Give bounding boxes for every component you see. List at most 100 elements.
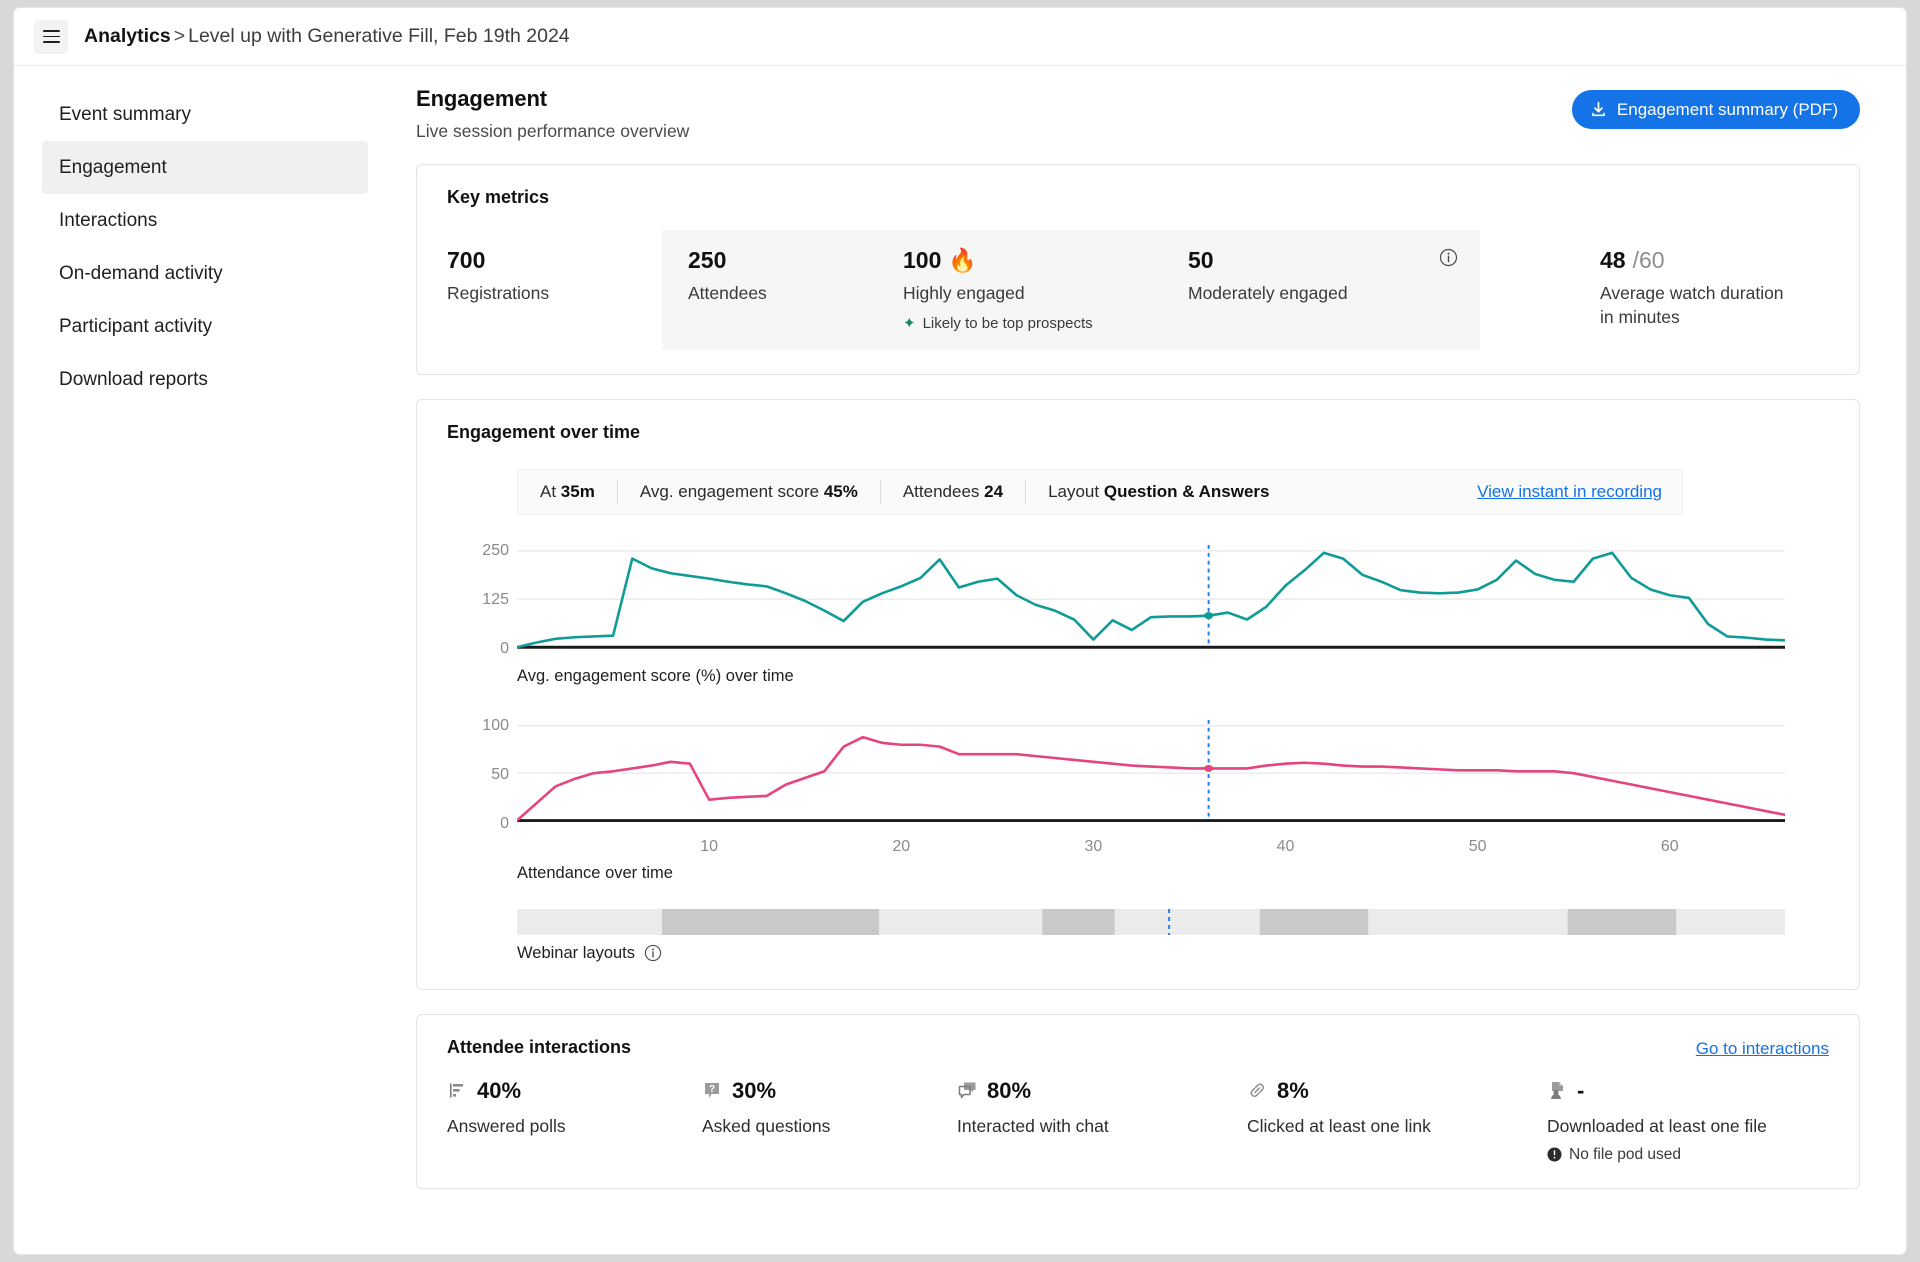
- question-icon: ?: [705, 1083, 719, 1099]
- metric-label: Average watch duration in minutes: [1600, 282, 1784, 329]
- hamburger-icon[interactable]: [34, 19, 68, 54]
- engagement-summary-pdf-button[interactable]: Engagement summary (PDF): [1571, 90, 1860, 129]
- sidebar-item-on-demand-activity[interactable]: On-demand activity: [42, 247, 368, 300]
- webinar-layouts-label-row: Webinar layouts: [517, 944, 1785, 963]
- metric-value: 50: [1188, 247, 1214, 273]
- info-icon[interactable]: [644, 944, 662, 962]
- metric-label: Moderately engaged: [1188, 283, 1348, 304]
- sidebar-item-interactions[interactable]: Interactions: [42, 194, 368, 247]
- y-tick-label: 0: [500, 639, 509, 657]
- sidebar-item-participant-activity[interactable]: Participant activity: [42, 300, 368, 353]
- layout-segment[interactable]: [517, 908, 662, 935]
- view-instant-in-recording-link[interactable]: View instant in recording: [1477, 482, 1662, 502]
- breadcrumb-root[interactable]: Analytics: [84, 25, 171, 47]
- layout-segment[interactable]: [1259, 908, 1369, 935]
- poll-icon: [450, 1083, 463, 1098]
- metric-average-watch-duration: 48/60 Average watch duration in minutes: [1480, 230, 1784, 350]
- metric-value: 48: [1600, 247, 1626, 273]
- interaction-value: -: [1577, 1077, 1585, 1103]
- layout-segment[interactable]: [1567, 908, 1677, 935]
- breadcrumb-current: Level up with Generative Fill, Feb 19th …: [188, 25, 570, 47]
- sidebar-item-label: On-demand activity: [59, 262, 223, 284]
- metric-value-wrap: 100 🔥: [903, 248, 1162, 272]
- tooltip-at: At 35m: [540, 482, 617, 502]
- interaction-label: Downloaded at least one file: [1547, 1115, 1767, 1136]
- key-metrics-card: Key metrics 700 Registrations 250 Attend…: [416, 164, 1860, 375]
- metric-label-line1: Average watch duration: [1600, 283, 1784, 304]
- svg-text:?: ?: [709, 1084, 715, 1095]
- tooltip-score-label: Avg. engagement score: [639, 481, 820, 501]
- layout-segment[interactable]: [1676, 908, 1785, 935]
- layout-segment[interactable]: [1368, 908, 1568, 935]
- metric-total: /60: [1632, 247, 1665, 273]
- layout-segment[interactable]: [879, 908, 1043, 935]
- webinar-layouts-timeline[interactable]: Webinar layouts: [517, 908, 1785, 963]
- webinar-layouts-label: Webinar layouts: [517, 943, 636, 962]
- chat-icon: [958, 1082, 976, 1099]
- metric-value-wrap: 48/60: [1600, 248, 1784, 272]
- metric-label-line2: in minutes: [1600, 306, 1680, 327]
- key-metrics-title: Key metrics: [447, 187, 550, 207]
- tooltip-at-label: At: [540, 481, 557, 501]
- interaction-clicked-link: 8% Clicked at least one link: [1247, 1078, 1547, 1164]
- y-axis-labels: 0 50 100: [451, 717, 509, 832]
- metric-note-text: Likely to be top prospects: [922, 314, 1093, 332]
- x-tick-label: 30: [1084, 837, 1103, 855]
- main-content: Engagement Live session performance over…: [396, 66, 1906, 1254]
- engagement-score-chart[interactable]: 0 125 250 Avg. engagement score (%) over t…: [482, 542, 1785, 686]
- attendee-interactions-title: Attendee interactions: [447, 1036, 632, 1057]
- sidebar-item-download-reports[interactable]: Download reports: [42, 353, 368, 406]
- y-axis-labels: 0 125 250: [451, 542, 509, 657]
- metric-attendees: 250 Attendees: [662, 230, 877, 350]
- x-axis-labels: 10 20 30 40 50 60: [517, 836, 1785, 860]
- sidebar-item-event-summary[interactable]: Event summary: [42, 88, 368, 141]
- sidebar-item-engagement[interactable]: Engagement: [42, 141, 368, 194]
- interaction-sub-note: No file pod used: [1547, 1146, 1767, 1164]
- interaction-value: 80%: [987, 1077, 1032, 1103]
- link-icon: [1250, 1083, 1264, 1098]
- x-tick-label: 10: [700, 837, 719, 855]
- metric-value: 100: [903, 247, 942, 273]
- metric-value: 250: [688, 247, 727, 273]
- download-icon: [1592, 101, 1605, 117]
- layout-segment[interactable]: [1114, 908, 1260, 935]
- engagement-score-svg: [517, 544, 1785, 649]
- engagement-chart-caption: Avg. engagement score (%) over time: [517, 666, 794, 685]
- info-icon[interactable]: [1439, 248, 1458, 267]
- interaction-value-row: 40%: [447, 1078, 702, 1104]
- sidebar-item-label: Event summary: [59, 103, 191, 125]
- metric-label: Registrations: [447, 283, 550, 304]
- interaction-downloaded-file: - Downloaded at least one file No file p…: [1547, 1078, 1767, 1164]
- metric-moderately-engaged: 50 Moderately engaged: [1162, 230, 1480, 350]
- interaction-label: Asked questions: [702, 1115, 831, 1136]
- breadcrumb: Analytics > Level up with Generative Fill,…: [84, 25, 570, 48]
- sidebar-item-label: Interactions: [59, 209, 158, 231]
- tooltip-score: Avg. engagement score 45%: [618, 482, 880, 502]
- sidebar: Event summary Engagement Interactions On…: [14, 66, 396, 1254]
- go-to-interactions-link[interactable]: Go to interactions: [1696, 1039, 1829, 1059]
- fire-emoji-icon: 🔥: [948, 247, 978, 273]
- key-metrics-row: 700 Registrations 250 Attendees 100 🔥 Hi…: [447, 230, 1833, 350]
- attendance-chart[interactable]: 0 50 100 10 20 30 40 50 60 Attendance over time: [482, 717, 1785, 883]
- y-tick-label: 50: [491, 765, 509, 783]
- charts-area: 0 125 250 Avg. engagement score (%) over t…: [447, 542, 1833, 963]
- interaction-label: Clicked at least one link: [1247, 1115, 1431, 1136]
- interaction-label: Interacted with chat: [957, 1115, 1109, 1136]
- layout-segment[interactable]: [661, 908, 880, 935]
- sidebar-item-label: Participant activity: [59, 315, 213, 337]
- interaction-value-row: 80%: [957, 1078, 1247, 1104]
- file-share-icon: [1551, 1082, 1563, 1100]
- layout-segment[interactable]: [1042, 908, 1115, 935]
- interaction-asked-questions: ? 30% Asked questions: [702, 1078, 957, 1164]
- tooltip-layout-label: Layout: [1048, 481, 1100, 501]
- interaction-value-row: 8%: [1247, 1078, 1547, 1104]
- attendance-line: [517, 737, 1785, 820]
- page-header: Engagement Live session performance over…: [416, 86, 1860, 142]
- x-tick-label: 40: [1276, 837, 1295, 855]
- x-tick-label: 50: [1468, 837, 1487, 855]
- interactions-row: 40% Answered polls ? 30% Asked questions…: [447, 1078, 1833, 1164]
- y-tick-label: 0: [500, 814, 509, 832]
- interaction-label: Answered polls: [447, 1115, 566, 1136]
- metric-registrations: 700 Registrations: [447, 230, 662, 350]
- attendance-chart-caption: Attendance over time: [517, 863, 673, 882]
